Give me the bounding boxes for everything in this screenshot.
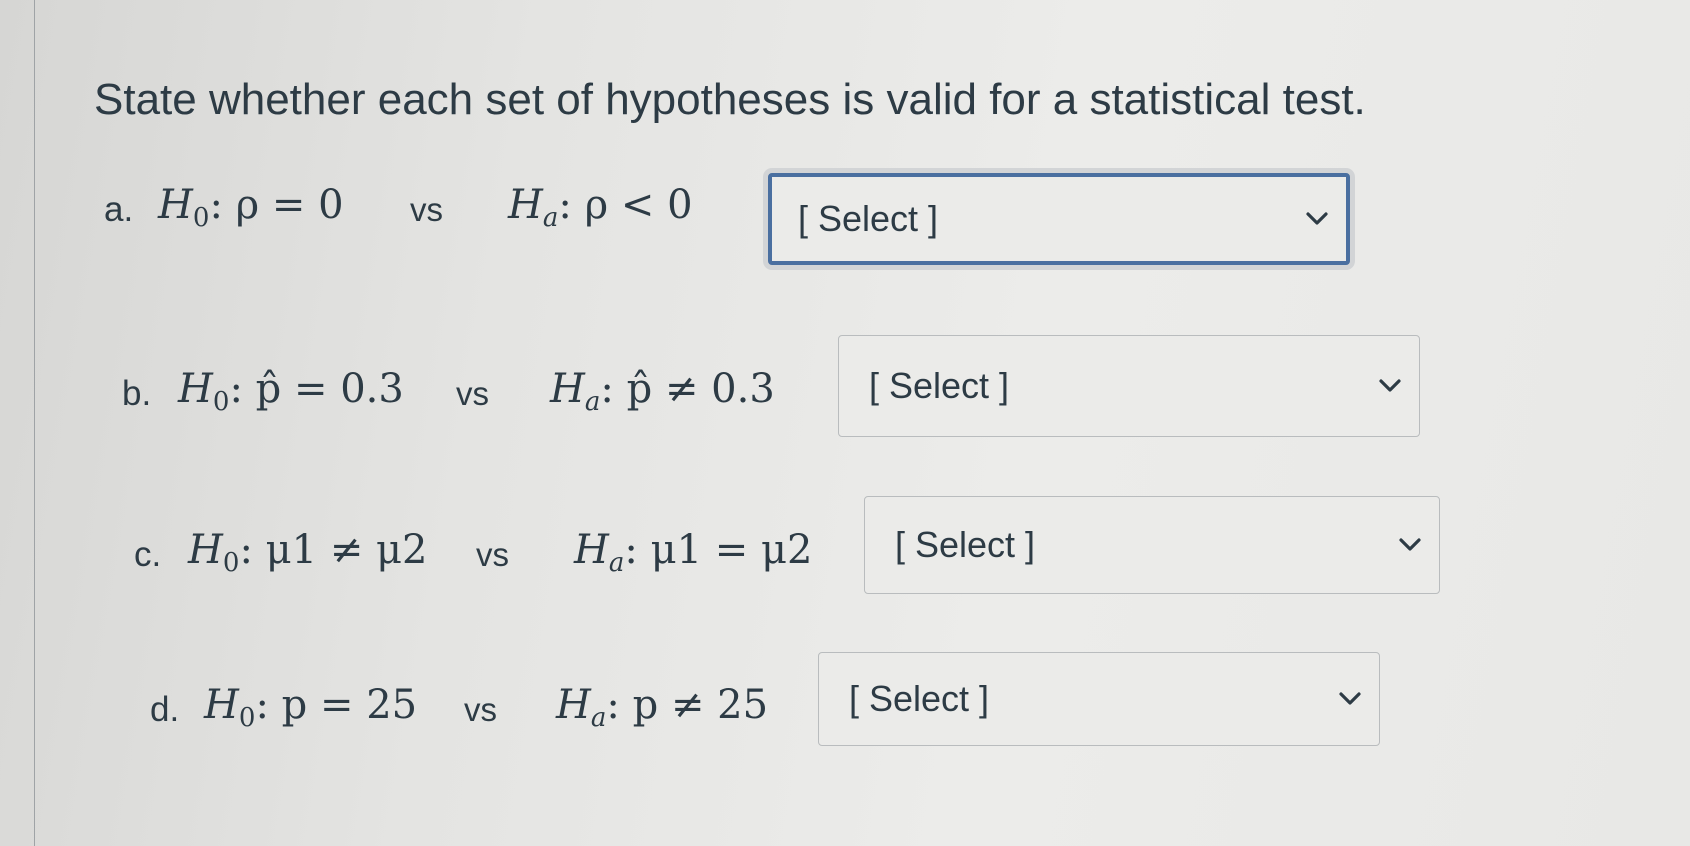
select-value: [ Select ] [849,678,990,719]
vs-label: vs [476,536,509,573]
item-letter: b. [122,374,152,413]
answer-select-d[interactable]: [ Select ] [818,652,1380,746]
null-hypothesis-value: ρ = 0 [235,182,344,228]
alternative-hypothesis-d: Ha: p ≠ 25 [556,682,769,733]
answer-select-b[interactable]: [ Select ] [838,335,1420,437]
chevron-down-icon [1399,538,1421,551]
question-text: State whether each set of hypotheses is … [94,75,1366,124]
null-hypothesis-b: H0: p̂ = 0.3 [178,366,404,417]
null-hypothesis-a: H0: ρ = 0 [158,182,344,233]
vs-label: vs [464,691,497,728]
answer-select-a[interactable]: [ Select ] [768,173,1350,265]
chevron-down-icon [1379,379,1401,392]
alternative-hypothesis-value: p ≠ 25 [632,682,769,728]
null-hypothesis-value: μ1 ≠ μ2 [265,527,428,573]
select-value: [ Select ] [895,524,1036,565]
chevron-down-icon [1306,212,1328,225]
null-hypothesis-c: H0: μ1 ≠ μ2 [188,527,428,578]
null-hypothesis-value: p = 25 [281,682,418,728]
item-letter: c. [134,535,162,574]
item-letter: a. [104,190,134,229]
answer-select-c[interactable]: [ Select ] [864,496,1440,594]
alternative-hypothesis-a: Ha: ρ < 0 [508,182,693,233]
null-hypothesis-value: p̂ = 0.3 [255,366,404,412]
select-value: [ Select ] [798,198,939,239]
alternative-hypothesis-value: μ1 = μ2 [650,527,813,573]
alternative-hypothesis-value: p̂ ≠ 0.3 [626,366,775,412]
null-hypothesis-d: H0: p = 25 [204,682,418,733]
select-value: [ Select ] [869,365,1010,406]
chevron-down-icon [1339,692,1361,705]
item-letter: d. [150,690,180,729]
vs-label: vs [410,191,443,228]
alternative-hypothesis-b: Ha: p̂ ≠ 0.3 [550,366,775,417]
alternative-hypothesis-value: ρ < 0 [584,182,693,228]
vs-label: vs [456,375,489,412]
alternative-hypothesis-c: Ha: μ1 = μ2 [574,527,813,578]
